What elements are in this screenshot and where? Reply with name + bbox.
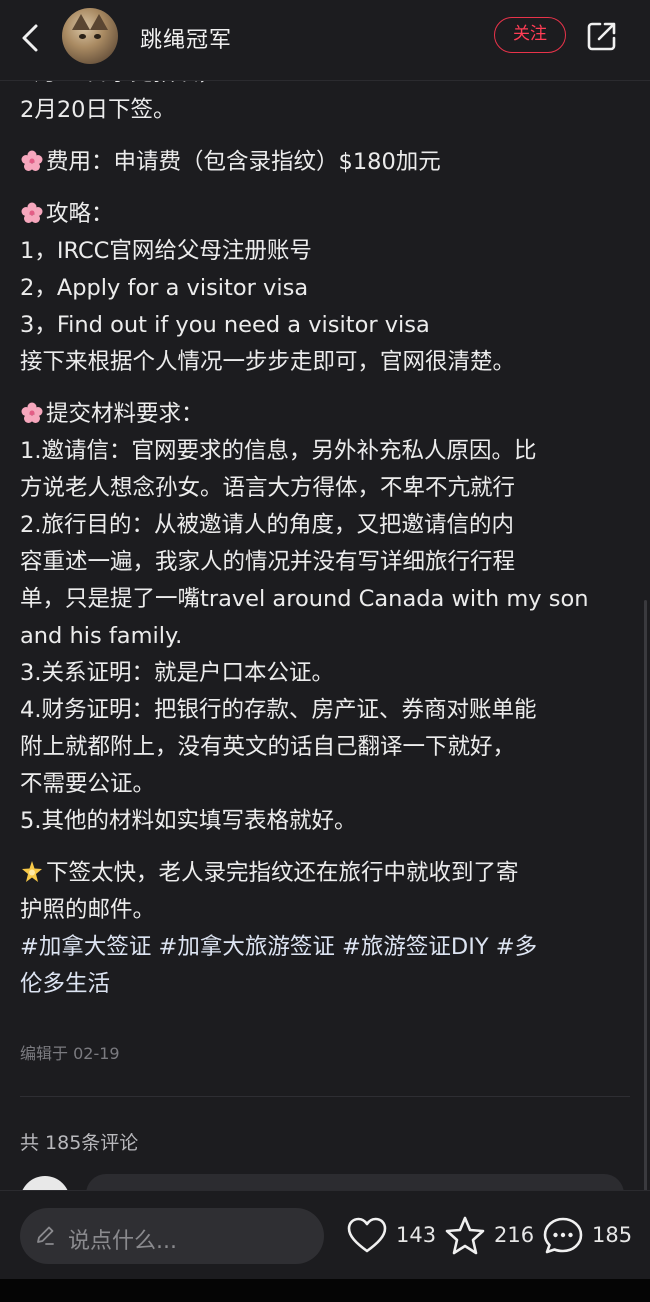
comment-input[interactable]: 说点什么... — [20, 1208, 324, 1264]
cherry-blossom-icon — [21, 150, 43, 171]
materials-line: 4.财务证明：把银行的存款、房产证、券商对账单能 — [20, 697, 537, 723]
materials-line: 方说老人想念孙女。语言大方得体，不卑不亢就行 — [20, 475, 516, 501]
guide-line: 1，IRCC官网给父母注册账号 — [20, 238, 312, 264]
materials-line: 5.其他的材料如实填写表格就好。 — [20, 808, 357, 834]
materials-line: 容重述一遍，我家人的情况并没有写详细旅行行程 — [20, 549, 516, 575]
share-icon[interactable] — [584, 18, 620, 54]
bottom-action-bar: 说点什么... 143 216 185 — [0, 1190, 650, 1279]
final-line: 护照的邮件。 — [20, 897, 156, 923]
author-name[interactable]: 跳绳冠军 — [140, 22, 232, 54]
cherry-blossom-icon — [21, 402, 43, 423]
like-count: 143 — [396, 1223, 437, 1247]
author-avatar[interactable] — [62, 8, 118, 64]
pencil-icon — [37, 1226, 54, 1245]
guide-line: 2，Apply for a visitor visa — [20, 275, 309, 301]
comment-bubble-icon — [543, 1217, 583, 1254]
materials-line: and his family. — [20, 623, 183, 649]
fee-line: 费用：申请费（包含录指纹）$180加元 — [20, 144, 630, 181]
star-icon — [445, 1216, 485, 1255]
cherry-blossom-icon — [21, 202, 43, 223]
guide-title: 攻略： — [20, 196, 630, 233]
materials-line: 附上就都附上，没有英文的话自己翻译一下就好， — [20, 734, 516, 760]
comment-count: 共 185条评论 — [20, 1132, 139, 1154]
back-arrow-icon[interactable] — [14, 20, 50, 56]
follow-button[interactable]: 关注 — [494, 17, 566, 53]
guide-line: 3，Find out if you need a visitor visa — [20, 312, 430, 338]
fee-text: 费用：申请费（包含录指纹）$180加元 — [46, 149, 441, 175]
hashtag-line[interactable]: #加拿大签证 #加拿大旅游签证 #旅游签证DIY #多 — [20, 929, 630, 966]
scrollbar[interactable] — [644, 600, 647, 1220]
collect-count: 216 — [494, 1223, 535, 1247]
guide-title-text: 攻略： — [46, 201, 114, 227]
divider — [20, 1096, 630, 1097]
comment-count-button: 185 — [592, 1223, 633, 1247]
materials-line: 单，只是提了一嘴travel around Canada with my son — [20, 586, 589, 612]
edited-date: 编辑于 02-19 — [20, 1044, 120, 1063]
post-line: 2月20日下签。 — [20, 97, 176, 123]
final-text: 下签太快，老人录完指纹还在旅行中就收到了寄 — [46, 860, 519, 886]
heart-icon — [347, 1217, 387, 1253]
materials-line: 不需要公证。 — [20, 771, 156, 797]
guide-line: 接下来根据个人情况一步步走即可，官网很清楚。 — [20, 349, 516, 375]
materials-title: 提交材料要求： — [20, 396, 630, 433]
input-placeholder: 说点什么... — [68, 1229, 177, 1254]
materials-line: 3.关系证明：就是户口本公证。 — [20, 660, 334, 686]
post-body: 2月15日录完指纹， 2月20日下签。 费用：申请费（包含录指纹）$180加元 … — [20, 55, 630, 1003]
materials-line: 2.旅行目的：从被邀请人的角度，又把邀请信的内 — [20, 512, 514, 538]
final-line: 下签太快，老人录完指纹还在旅行中就收到了寄 — [20, 855, 630, 892]
system-nav-strip — [0, 1278, 650, 1302]
hashtag-line[interactable]: 伦多生活 — [20, 966, 630, 1003]
sparkle-star-icon — [22, 861, 42, 882]
top-bar: 跳绳冠军 关注 — [0, 0, 650, 81]
materials-title-text: 提交材料要求： — [46, 401, 204, 427]
materials-line: 1.邀请信：官网要求的信息，另外补充私人原因。比 — [20, 438, 537, 464]
